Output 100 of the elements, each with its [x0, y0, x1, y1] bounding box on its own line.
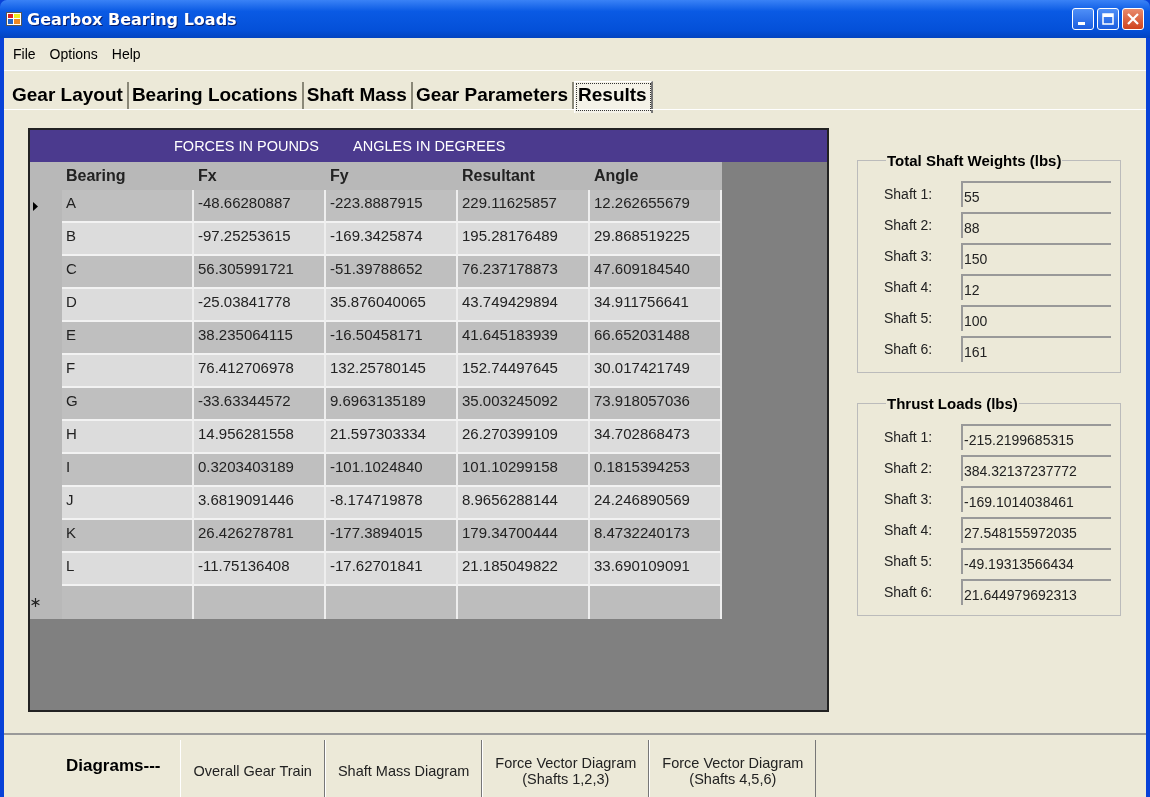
- diagram-button[interactable]: Overall Gear Train: [180, 740, 325, 797]
- table-cell: -48.66280887: [194, 190, 326, 223]
- table-cell: A: [62, 190, 194, 223]
- table-cell: 9.6963135189: [326, 388, 458, 421]
- table-cell: 26.270399109: [458, 421, 590, 454]
- table-cell: H: [62, 421, 194, 454]
- table-cell: 41.645183939: [458, 322, 590, 355]
- menu-item[interactable]: Help: [106, 44, 146, 64]
- table-cell: 179.34700444: [458, 520, 590, 553]
- table-cell: 0.3203403189: [194, 454, 326, 487]
- table-cell: 195.28176489: [458, 223, 590, 256]
- field-label: Shaft 3:: [884, 491, 934, 507]
- table-cell: 152.74497645: [458, 355, 590, 388]
- input-field[interactable]: -169.1014038461: [961, 486, 1111, 512]
- maximize-button[interactable]: [1097, 8, 1119, 30]
- table-cell: 8.9656288144: [458, 487, 590, 520]
- app-icon: [6, 11, 22, 27]
- field-label: Shaft 2:: [884, 460, 934, 476]
- group-title: Thrust Loads (lbs): [886, 395, 1019, 412]
- column-header[interactable]: Resultant: [458, 162, 590, 190]
- input-field[interactable]: 100: [961, 305, 1111, 331]
- column-header[interactable]: Bearing: [62, 162, 194, 190]
- current-row-icon: [32, 202, 38, 211]
- table-cell: L: [62, 553, 194, 586]
- table-cell: 3.6819091446: [194, 487, 326, 520]
- diagram-button[interactable]: Force Vector Diagram (Shafts 4,5,6): [649, 740, 817, 797]
- table-cell: 24.246890569: [590, 487, 722, 520]
- input-field[interactable]: -49.19313566434: [961, 548, 1111, 574]
- field-label: Shaft 3:: [884, 248, 934, 264]
- diagram-button[interactable]: Force Vector Diagram (Shafts 1,2,3): [482, 740, 650, 797]
- table-cell: -51.39788652: [326, 256, 458, 289]
- table-cell: 0.1815394253: [590, 454, 722, 487]
- table-cell: 35.876040065: [326, 289, 458, 322]
- input-field[interactable]: 21.644979692313: [961, 579, 1111, 605]
- table-cell: 38.235064115: [194, 322, 326, 355]
- input-field[interactable]: 12: [961, 274, 1111, 300]
- input-field[interactable]: 88: [961, 212, 1111, 238]
- table-cell: J: [62, 487, 194, 520]
- table-cell: 76.237178873: [458, 256, 590, 289]
- table-cell: 12.262655679: [590, 190, 722, 223]
- table-cell: E: [62, 322, 194, 355]
- caption-text: ANGLES IN DEGREES: [353, 138, 506, 154]
- table-cell: -16.50458171: [326, 322, 458, 355]
- menu-item[interactable]: File: [8, 44, 41, 64]
- input-field[interactable]: 55: [961, 181, 1111, 207]
- table-cell: 34.702868473: [590, 421, 722, 454]
- diagrams-label: Diagrams---: [66, 756, 161, 776]
- table-cell: 47.609184540: [590, 256, 722, 289]
- input-field[interactable]: 384.32137237772: [961, 455, 1111, 481]
- column-header[interactable]: Angle: [590, 162, 722, 190]
- input-field[interactable]: 161: [961, 336, 1111, 362]
- row-header[interactable]: [30, 586, 62, 619]
- table-cell: -101.1024840: [326, 454, 458, 487]
- table-cell: I: [62, 454, 194, 487]
- table-cell: 21.185049822: [458, 553, 590, 586]
- field-label: Shaft 6:: [884, 584, 934, 600]
- menu-item[interactable]: Options: [44, 44, 103, 64]
- field-label: Shaft 2:: [884, 217, 934, 233]
- table-cell: -17.62701841: [326, 553, 458, 586]
- table-cell: D: [62, 289, 194, 322]
- table-cell: -8.174719878: [326, 487, 458, 520]
- table-cell: -33.63344572: [194, 388, 326, 421]
- table-cell: 33.690109091: [590, 553, 722, 586]
- close-button[interactable]: [1122, 8, 1144, 30]
- input-field[interactable]: 150: [961, 243, 1111, 269]
- table-cell: 14.956281558: [194, 421, 326, 454]
- input-field[interactable]: -215.2199685315: [961, 424, 1111, 450]
- table-cell: 26.426278781: [194, 520, 326, 553]
- column-header[interactable]: Fx: [194, 162, 326, 190]
- diagram-button[interactable]: Shaft Mass Diagram: [324, 740, 483, 797]
- input-field[interactable]: 27.548155972035: [961, 517, 1111, 543]
- field-label: Shaft 1:: [884, 186, 934, 202]
- table-cell: 229.11625857: [458, 190, 590, 223]
- table-cell: F: [62, 355, 194, 388]
- field-label: Shaft 1:: [884, 429, 934, 445]
- table-cell: -169.3425874: [326, 223, 458, 256]
- tab[interactable]: Results: [574, 81, 653, 113]
- table-cell: 76.412706978: [194, 355, 326, 388]
- maximize-icon: [1102, 13, 1114, 25]
- table-cell: C: [62, 256, 194, 289]
- minimize-button[interactable]: [1072, 8, 1094, 30]
- table-cell: 73.918057036: [590, 388, 722, 421]
- table-cell: -177.3894015: [326, 520, 458, 553]
- table-cell: B: [62, 223, 194, 256]
- group-title: Total Shaft Weights (lbs): [886, 152, 1063, 169]
- table-cell: -25.03841778: [194, 289, 326, 322]
- table-cell: 35.003245092: [458, 388, 590, 421]
- table-cell: 8.4732240173: [590, 520, 722, 553]
- table-cell: 132.25780145: [326, 355, 458, 388]
- table-cell: -11.75136408: [194, 553, 326, 586]
- table-cell: K: [62, 520, 194, 553]
- close-icon: [1127, 13, 1139, 25]
- tab[interactable]: Gear Layout: [9, 82, 129, 109]
- table-cell: 34.911756641: [590, 289, 722, 322]
- caption-text: FORCES IN POUNDS: [174, 138, 319, 154]
- table-cell: -223.8887915: [326, 190, 458, 223]
- table-cell: 21.597303334: [326, 421, 458, 454]
- field-label: Shaft 6:: [884, 341, 934, 357]
- column-header[interactable]: Fy: [326, 162, 458, 190]
- table-cell: 101.10299158: [458, 454, 590, 487]
